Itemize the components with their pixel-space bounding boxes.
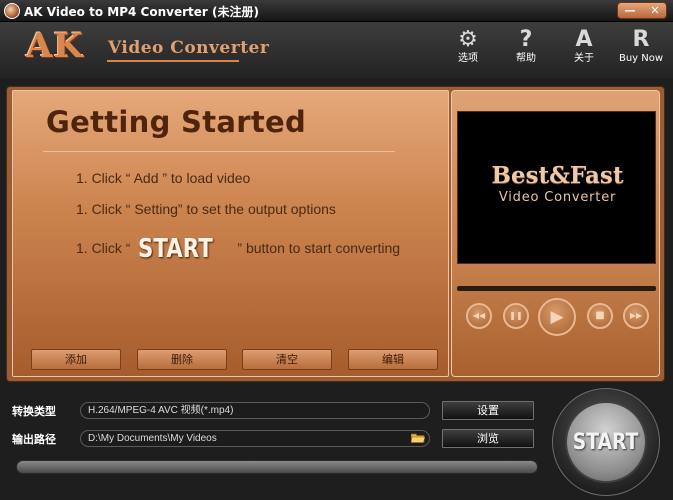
title-bar: AK Video to MP4 Converter (未注册) — ✕ [0, 0, 673, 22]
seek-bar[interactable] [457, 286, 656, 291]
play-icon[interactable]: ▶ [538, 298, 576, 336]
about-icon: A [575, 27, 593, 52]
edit-button[interactable]: 编辑 [348, 349, 438, 370]
window-title: AK Video to MP4 Converter (未注册) [24, 5, 259, 19]
step-start-prefix: 1. Click “ [76, 240, 131, 256]
output-path-value: D:\My Documents\My Videos [88, 433, 217, 444]
logo-ak: AK [26, 26, 84, 66]
output-path-field[interactable]: D:\My Documents\My Videos [80, 430, 430, 447]
step-start: 1. Click “ START ” button to start conve… [76, 234, 400, 264]
question-icon: ? [519, 27, 533, 52]
preview-headline: Best&Fast [491, 162, 624, 189]
preview-player: Best&Fast Video Converter ◀◀ ❚❚ ▶ ■ ▶▶ [451, 90, 660, 377]
format-select[interactable]: H.264/MPEG-4 AVC 视频(*.mp4) [80, 402, 430, 419]
start-word: START [138, 234, 214, 264]
folder-icon[interactable] [411, 432, 425, 443]
minimize-button[interactable]: — [618, 3, 642, 18]
conversion-progress-bar [16, 460, 538, 474]
main-panel: Getting Started 1. Click “ Add ” to load… [6, 86, 665, 382]
options-button[interactable]: ⚙ 选项 [443, 28, 493, 66]
close-button[interactable]: ✕ [643, 3, 667, 18]
gear-icon: ⚙ [458, 27, 478, 52]
about-button[interactable]: A 关于 [559, 28, 609, 66]
window-controls: — ✕ [617, 2, 667, 19]
getting-started-title: Getting Started [46, 105, 307, 139]
about-label: 关于 [574, 53, 594, 64]
pause-icon[interactable]: ❚❚ [503, 303, 529, 329]
header: AK Video Converter ⚙ 选项 ? 帮助 A 关于 R Buy … [0, 22, 673, 78]
video-preview: Best&Fast Video Converter [457, 111, 656, 264]
format-label: 转换类型 [12, 405, 56, 418]
help-label: 帮助 [516, 53, 536, 64]
title-divider [43, 151, 395, 152]
path-label: 输出路径 [12, 433, 56, 446]
settings-button[interactable]: 设置 [442, 401, 534, 420]
register-icon: R [632, 27, 650, 52]
stop-icon[interactable]: ■ [587, 303, 613, 329]
logo-subtitle: Video Converter [108, 38, 270, 58]
start-button-label: START [573, 430, 639, 455]
rewind-icon[interactable]: ◀◀ [466, 303, 492, 329]
fast-forward-icon[interactable]: ▶▶ [623, 303, 649, 329]
browse-button[interactable]: 浏览 [442, 429, 534, 448]
buy-now-label: Buy Now [618, 53, 664, 64]
start-convert-button[interactable]: START [565, 401, 647, 483]
step-start-suffix: ” button to start converting [237, 240, 401, 256]
add-button[interactable]: 添加 [31, 349, 121, 370]
preview-subline: Video Converter [498, 190, 617, 205]
file-button-row: 添加 删除 清空 编辑 [21, 349, 440, 371]
delete-button[interactable]: 删除 [137, 349, 227, 370]
help-button[interactable]: ? 帮助 [501, 28, 551, 66]
clear-button[interactable]: 清空 [242, 349, 332, 370]
step-add: 1. Click “ Add ” to load video [76, 170, 251, 186]
step-setting: 1. Click “ Setting” to set the output op… [76, 201, 336, 217]
logo-underline [107, 60, 239, 62]
getting-started-panel: Getting Started 1. Click “ Add ” to load… [12, 90, 449, 377]
app-logo-icon [4, 3, 20, 19]
options-label: 选项 [458, 53, 478, 64]
buy-now-button[interactable]: R Buy Now [616, 28, 666, 66]
